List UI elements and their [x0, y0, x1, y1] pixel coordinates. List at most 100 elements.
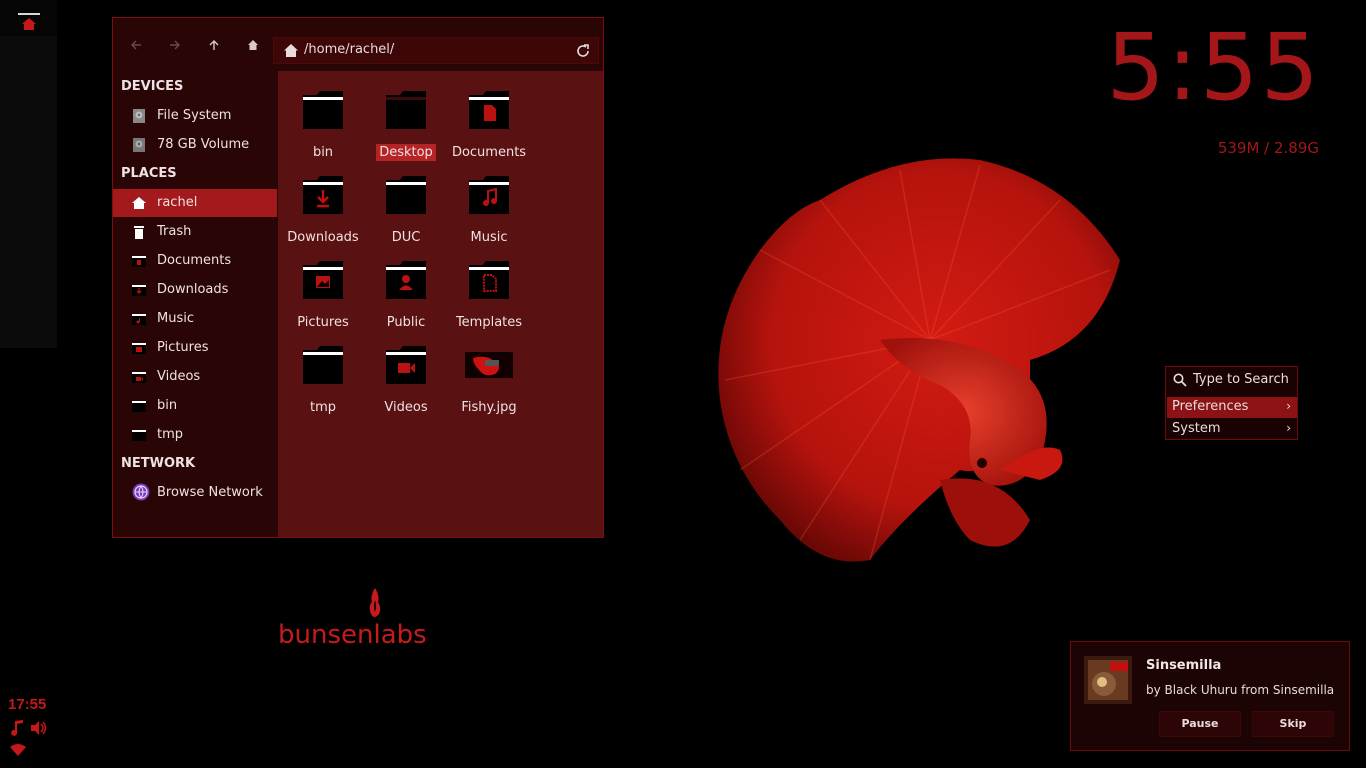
flame-logo-icon [369, 588, 381, 617]
file-item-duc[interactable]: DUC [364, 164, 448, 245]
file-item-templates[interactable]: Templates [447, 249, 531, 330]
location-path: /home/rachel/ [304, 42, 395, 57]
sidebar-item-label: Videos [157, 369, 201, 384]
sidebar-item-file-system[interactable]: File System [113, 102, 277, 130]
sidebar-item-label: 78 GB Volume [157, 137, 250, 152]
sidebar-item-trash[interactable]: Trash [113, 218, 277, 246]
file-label: Fishy.jpg [461, 400, 517, 415]
sidebar-item-78gb-volume[interactable]: 78 GB Volume [113, 131, 277, 159]
betta-fish-wallpaper [718, 158, 1120, 562]
hard-drive-icon [133, 138, 145, 152]
home-icon [284, 44, 298, 57]
devices-header: DEVICES [121, 79, 184, 94]
sidebar-item-label: tmp [157, 427, 184, 442]
menu-item-label: System [1172, 421, 1221, 436]
submenu-arrow-icon: › [1286, 421, 1291, 435]
menu-item-label: Preferences [1172, 399, 1249, 414]
back-button[interactable] [125, 34, 147, 56]
tray-clock[interactable]: 17:55 [8, 696, 58, 713]
sidebar-item-browse-network[interactable]: Browse Network [113, 479, 277, 507]
sidebar-item-label: Music [157, 311, 194, 326]
file-item-public[interactable]: Public [364, 249, 448, 330]
file-item-videos[interactable]: Videos [364, 334, 448, 415]
file-label: Templates [455, 315, 523, 330]
menu-search-field[interactable]: Type to Search [1166, 367, 1297, 394]
sidebar-item-label: bin [157, 398, 178, 413]
arrow-left-icon [131, 40, 141, 50]
file-item-fishy-jpg[interactable]: Fishy.jpg [447, 334, 531, 415]
folder-music-icon [132, 314, 146, 325]
file-label: Videos [384, 400, 428, 415]
image-thumbnail-icon [465, 352, 513, 378]
folder-public-icon [386, 261, 426, 299]
globe-icon [132, 483, 150, 501]
forward-button[interactable] [164, 34, 186, 56]
sidebar-item-pictures[interactable]: Pictures [113, 334, 277, 362]
submenu-arrow-icon: › [1286, 399, 1291, 413]
pause-button[interactable]: Pause [1159, 711, 1241, 737]
folder-documents-icon [469, 91, 509, 129]
places-header: PLACES [121, 166, 177, 181]
sidebar-item-label: rachel [157, 195, 198, 210]
album-cover [1084, 656, 1132, 704]
home-icon [132, 197, 146, 209]
sidebar-item-label: Pictures [157, 340, 209, 355]
panel-launcher[interactable] [0, 0, 57, 36]
file-grid: bin Desktop Documents Downloads DUC Musi… [278, 71, 603, 537]
menu-item-system[interactable]: System › [1167, 419, 1297, 440]
refresh-icon[interactable] [576, 44, 590, 58]
folder-videos-icon [132, 372, 146, 383]
notification-title: Sinsemilla [1146, 658, 1222, 673]
wifi-icon[interactable] [10, 744, 26, 756]
file-item-tmp[interactable]: tmp [281, 334, 365, 415]
file-item-documents[interactable]: Documents [447, 79, 531, 160]
sidebar-item-rachel[interactable]: rachel [113, 189, 277, 217]
sidebar-item-label: Trash [157, 224, 192, 239]
file-item-desktop[interactable]: Desktop [364, 79, 448, 161]
folder-documents-icon [132, 256, 146, 267]
up-button[interactable] [203, 34, 225, 56]
file-item-music[interactable]: Music [447, 164, 531, 245]
folder-downloads-icon [132, 285, 146, 296]
file-item-bin[interactable]: bin [281, 79, 365, 160]
sidebar-item-label: Downloads [157, 282, 229, 297]
sidebar-item-bin[interactable]: bin [113, 392, 277, 420]
file-label: Documents [451, 145, 527, 160]
volume-icon[interactable] [31, 721, 47, 735]
trash-icon [134, 226, 144, 239]
file-label: Public [386, 315, 426, 330]
file-label: Downloads [287, 230, 359, 245]
folder-pictures-icon [303, 261, 343, 299]
menu-item-preferences[interactable]: Preferences › [1167, 397, 1297, 418]
memory-usage: 539M / 2.89G [1217, 139, 1319, 157]
sidebar-item-documents[interactable]: Documents [113, 247, 277, 275]
system-tray: 17:55 [8, 696, 58, 756]
location-bar[interactable]: /home/rachel/ [273, 37, 599, 64]
media-notification: Sinsemilla by Black Uhuru from Sinsemill… [1070, 641, 1350, 751]
sidebar-item-videos[interactable]: Videos [113, 363, 277, 391]
home-button[interactable] [242, 34, 264, 56]
folder-icon [132, 401, 146, 412]
home-icon [22, 18, 36, 30]
sidebar-item-downloads[interactable]: Downloads [113, 276, 277, 304]
panel-menu-bar [18, 13, 40, 15]
file-item-downloads[interactable]: Downloads [281, 164, 365, 245]
home-icon [248, 40, 258, 50]
skip-button[interactable]: Skip [1252, 711, 1334, 737]
folder-icon [132, 430, 146, 441]
bunsenlabs-logo: bunsenlabs [278, 620, 427, 650]
file-label: Music [470, 230, 508, 245]
left-panel [0, 0, 57, 348]
folder-templates-icon [469, 261, 509, 299]
file-item-pictures[interactable]: Pictures [281, 249, 365, 330]
file-label: tmp [309, 400, 336, 415]
sidebar-item-music[interactable]: Music [113, 305, 277, 333]
search-icon [1173, 373, 1187, 387]
file-label: bin [312, 145, 334, 160]
music-icon[interactable] [10, 720, 24, 736]
hard-drive-icon [133, 109, 145, 123]
file-label: DUC [391, 230, 421, 245]
sidebar-item-tmp[interactable]: tmp [113, 421, 277, 449]
folder-downloads-icon [303, 176, 343, 214]
sidebar-item-label: Documents [157, 253, 232, 268]
